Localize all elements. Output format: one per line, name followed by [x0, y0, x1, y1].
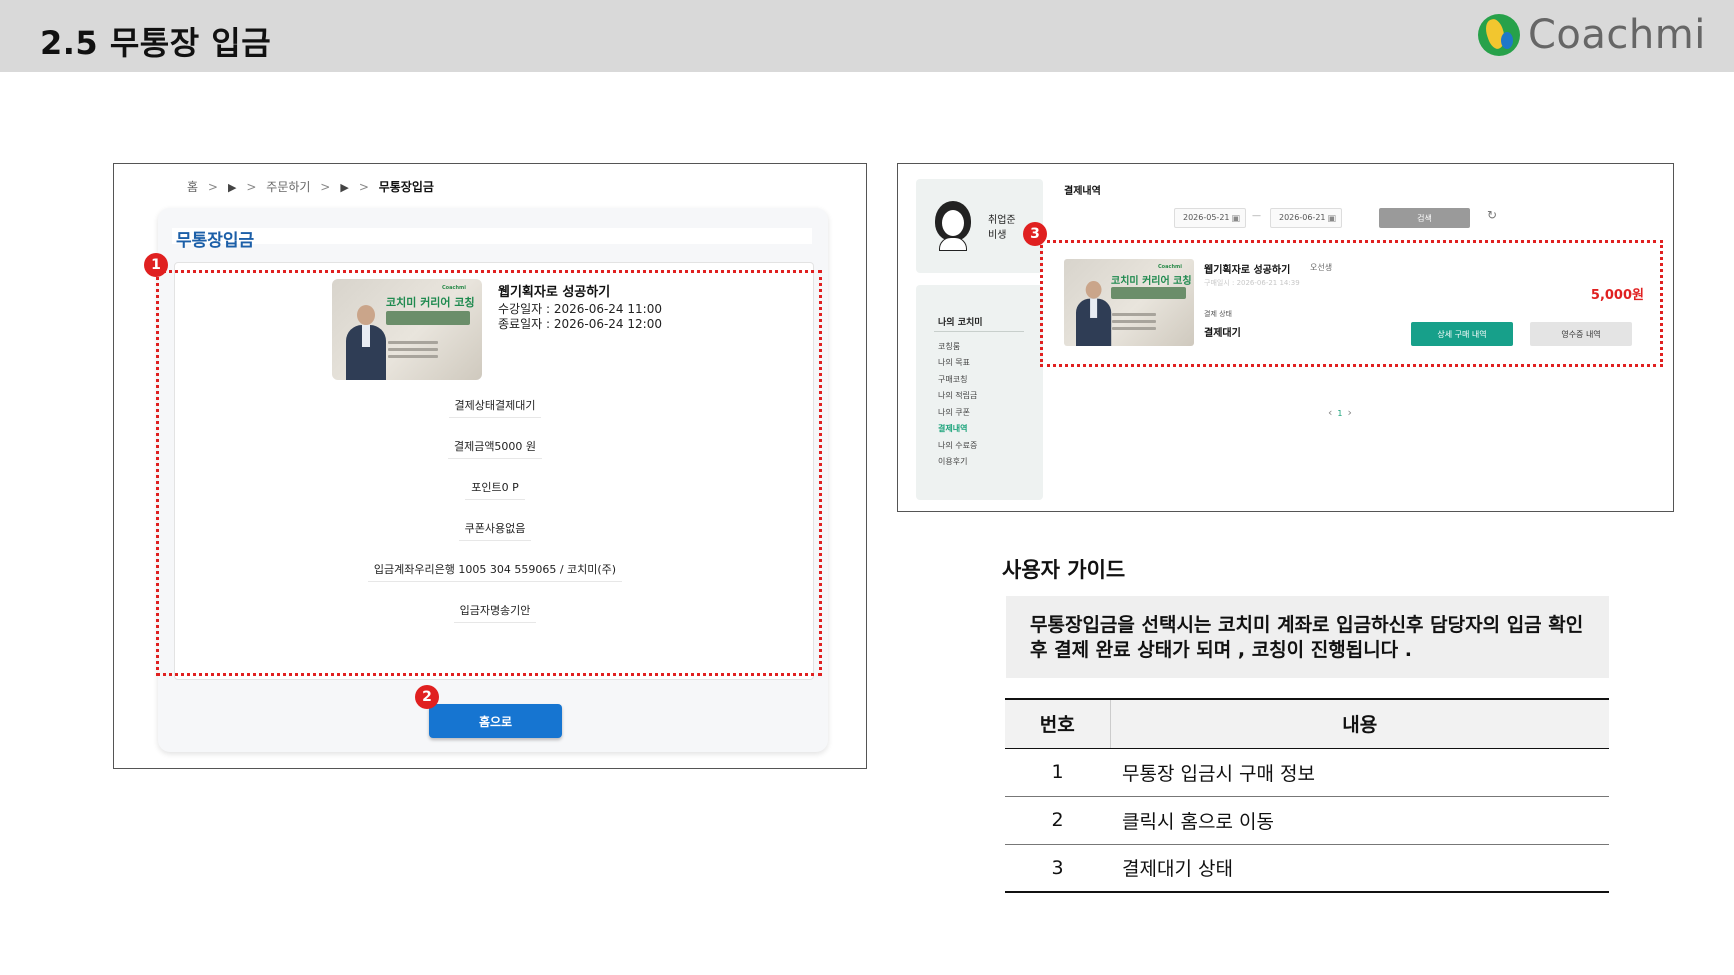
date-to-value: 2026-06-21	[1279, 213, 1326, 222]
breadcrumb-separator-icon: >	[320, 180, 331, 194]
profile-card: 취업준 비생	[916, 179, 1043, 273]
search-button[interactable]: 검색	[1379, 208, 1470, 228]
page-header: 2.5 무통장 입금 Coachmi	[0, 0, 1734, 72]
table-cell-content: 무통장 입금시 구매 정보	[1110, 748, 1609, 797]
breadcrumb-arrow-icon: ▶	[340, 181, 349, 194]
menu-title: 나의 코치미	[938, 318, 983, 328]
breadcrumb-home[interactable]: 홈	[187, 180, 198, 194]
callout-badge-2: 2	[415, 685, 439, 709]
table-row: 2 클릭시 홈으로 이동	[1005, 796, 1609, 845]
guide-heading: 사용자 가이드	[1002, 558, 1126, 582]
guide-description-box: 무통장입금을 선택시는 코치미 계좌로 입금하신후 담당자의 입금 확인후 결제…	[1006, 596, 1609, 678]
guide-table-header-content: 내용	[1110, 698, 1609, 749]
menu-item-reviews[interactable]: 이용후기	[938, 456, 967, 467]
profile-name: 취업준 비생	[988, 215, 1016, 241]
menu-item-coaching-room[interactable]: 코칭룸	[938, 341, 960, 352]
coachmi-logo: Coachmi	[1478, 12, 1706, 58]
guide-table: 번호 내용 1 무통장 입금시 구매 정보 2 클릭시 홈으로 이동 3 결제대…	[1005, 698, 1609, 893]
breadcrumb-current: 무통장입금	[378, 180, 434, 194]
date-to-input[interactable]: 2026-06-21 ▣	[1270, 208, 1342, 228]
prev-page-icon[interactable]: ‹	[1328, 406, 1332, 419]
menu-item-purchased-coaching[interactable]: 구매코칭	[938, 374, 967, 385]
menu-item-my-goal[interactable]: 나의 목표	[938, 357, 970, 368]
date-from-value: 2026-05-21	[1183, 213, 1230, 222]
table-cell-number: 3	[1005, 844, 1110, 893]
refresh-icon[interactable]: ↻	[1487, 208, 1497, 222]
side-menu: 나의 코치미 코칭룸 나의 목표 구매코칭 나의 적립금 나의 쿠폰 결제내역 …	[916, 285, 1043, 500]
menu-item-my-coupons[interactable]: 나의 쿠폰	[938, 407, 970, 418]
table-row: 3 결제대기 상태	[1005, 844, 1609, 893]
breadcrumb-separator-icon: >	[358, 180, 369, 194]
guide-table-header-number: 번호	[1005, 698, 1111, 749]
avatar	[933, 199, 973, 251]
menu-item-my-points[interactable]: 나의 적립금	[938, 390, 977, 401]
panel-title: 무통장입금	[176, 231, 255, 251]
callout-badge-1: 1	[144, 253, 168, 277]
date-range-dash: —	[1252, 211, 1261, 221]
table-cell-content: 클릭시 홈으로 이동	[1110, 796, 1609, 845]
menu-item-payment-history[interactable]: 결제내역	[938, 423, 967, 434]
breadcrumb-separator-icon: >	[207, 180, 218, 194]
table-cell-number: 2	[1005, 796, 1110, 845]
date-from-input[interactable]: 2026-05-21 ▣	[1174, 208, 1246, 228]
menu-divider	[934, 331, 1024, 332]
calendar-icon: ▣	[1327, 214, 1336, 224]
page-number[interactable]: 1	[1337, 409, 1342, 418]
breadcrumb-separator-icon: >	[246, 180, 257, 194]
table-row: 1 무통장 입금시 구매 정보	[1005, 748, 1609, 797]
panel-title-bar	[172, 228, 812, 244]
breadcrumb-order[interactable]: 주문하기	[266, 180, 310, 194]
menu-item-my-certificates[interactable]: 나의 수료증	[938, 440, 977, 451]
guide-table-header-row: 번호 내용	[1005, 698, 1609, 749]
highlight-box-payment-pending	[1040, 240, 1663, 367]
page-title: 2.5 무통장 입금	[40, 24, 272, 62]
next-page-icon[interactable]: ›	[1348, 406, 1352, 419]
calendar-icon: ▣	[1231, 214, 1240, 224]
highlight-box-order-info	[156, 270, 822, 676]
table-cell-number: 1	[1005, 748, 1110, 797]
breadcrumb-arrow-icon: ▶	[227, 181, 237, 194]
table-cell-content: 결제대기 상태	[1110, 844, 1609, 893]
breadcrumb: 홈 > ▶ > 주문하기 > ▶ > 무통장입금	[187, 178, 434, 195]
guide-description: 무통장입금을 선택시는 코치미 계좌로 입금하신후 담당자의 입금 확인후 결제…	[1030, 614, 1584, 661]
payment-history-heading: 결제내역	[1064, 186, 1101, 197]
callout-badge-3: 3	[1023, 222, 1047, 246]
home-button[interactable]: 홈으로	[429, 704, 562, 738]
pagination: ‹ 1 ›	[1328, 406, 1352, 419]
logo-mark-icon	[1478, 14, 1520, 56]
logo-text: Coachmi	[1528, 12, 1706, 58]
